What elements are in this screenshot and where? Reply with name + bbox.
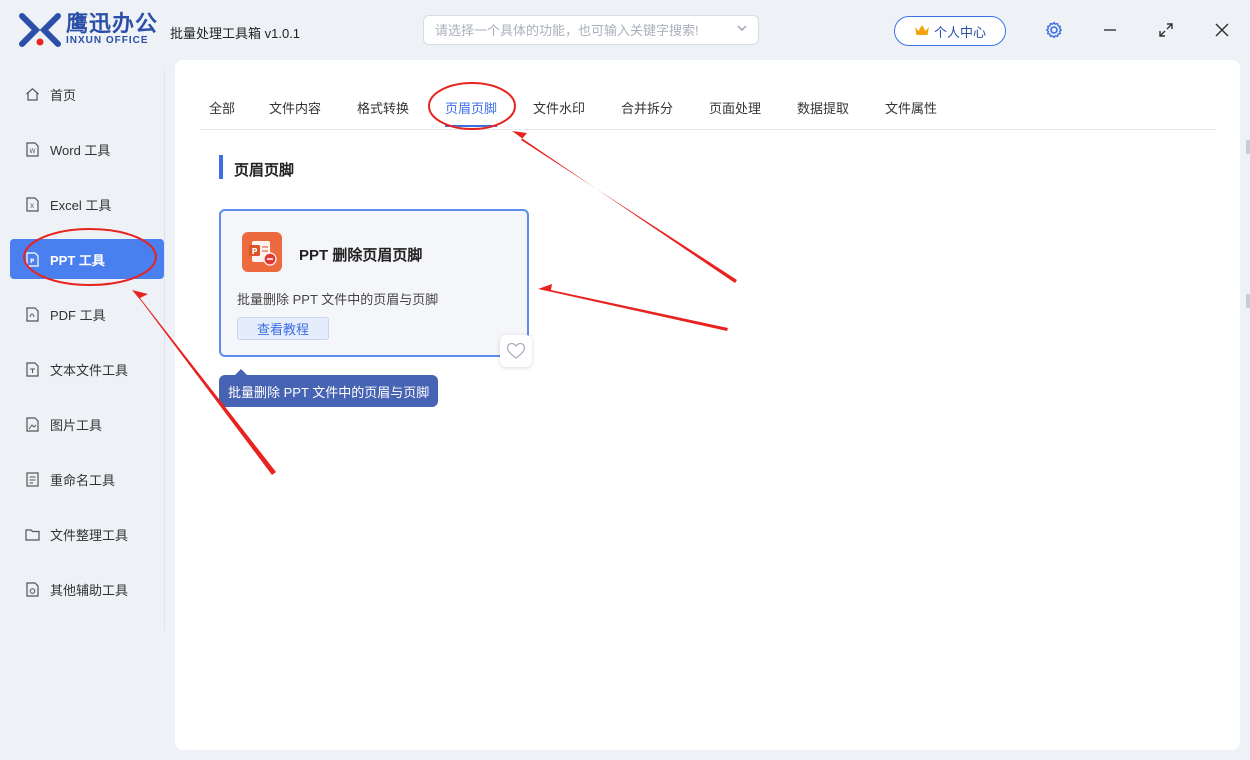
- sidebar-item-others[interactable]: 其他辅助工具: [10, 569, 164, 609]
- svg-text:P: P: [252, 247, 258, 256]
- tab-all[interactable]: 全部: [209, 98, 235, 117]
- card-title: PPT 删除页眉页脚: [299, 247, 423, 264]
- excel-file-icon: X: [24, 196, 40, 212]
- sidebar-item-label: 图片工具: [50, 417, 103, 433]
- window-edge-mark: [1246, 140, 1250, 154]
- sidebar-divider: [164, 70, 165, 630]
- home-icon: [24, 86, 40, 102]
- sidebar-item-label: PPT 工具: [50, 252, 105, 268]
- app-title: 批量处理工具箱 v1.0.1: [170, 26, 301, 41]
- sidebar-item-label: 重命名工具: [50, 472, 116, 488]
- rename-icon: [24, 471, 40, 487]
- sidebar-item-ppt[interactable]: P PPT 工具: [10, 239, 164, 279]
- sidebar-item-home[interactable]: 首页: [10, 74, 164, 114]
- sidebar-item-label: Word 工具: [50, 142, 111, 158]
- user-center-label: 个人中心: [933, 24, 986, 40]
- tool-card[interactable]: P PPT 删除页眉页脚 批量删除 PPT 文件中的页眉与页脚 查看教程: [219, 209, 529, 357]
- gear-icon[interactable]: [1042, 18, 1066, 42]
- logo-x-icon: [18, 12, 62, 48]
- sidebar-item-word[interactable]: W Word 工具: [10, 129, 164, 169]
- pdf-file-icon: [24, 306, 40, 322]
- title-bar: 鹰迅办公 INXUN OFFICE 批量处理工具箱 v1.0.1 个人中心: [0, 0, 1250, 60]
- sidebar-item-image[interactable]: 图片工具: [10, 404, 164, 444]
- sidebar-item-label: Excel 工具: [50, 197, 112, 213]
- ppt-remove-icon: P: [242, 232, 282, 272]
- logo-name: 鹰迅办公: [66, 11, 159, 36]
- ppt-file-icon: P: [24, 251, 40, 267]
- search-input[interactable]: [435, 22, 725, 38]
- tab-file-properties[interactable]: 文件属性: [885, 98, 937, 117]
- image-file-icon: [24, 416, 40, 432]
- sidebar-item-label: 首页: [50, 87, 77, 103]
- tab-page-processing[interactable]: 页面处理: [709, 98, 761, 117]
- svg-text:W: W: [29, 148, 35, 155]
- sidebar-item-organize[interactable]: 文件整理工具: [10, 514, 164, 554]
- tab-data-extract[interactable]: 数据提取: [797, 98, 849, 117]
- svg-text:X: X: [30, 203, 34, 210]
- maximize-icon[interactable]: [1154, 18, 1178, 42]
- sidebar-item-label: 文件整理工具: [50, 527, 129, 543]
- section-title: 页眉页脚: [234, 162, 295, 179]
- crown-icon: [914, 23, 930, 40]
- window-edge-mark: [1246, 294, 1250, 308]
- card-description: 批量删除 PPT 文件中的页眉与页脚: [237, 292, 439, 307]
- svg-text:P: P: [30, 258, 35, 265]
- app-logo: 鹰迅办公 INXUN OFFICE: [18, 12, 158, 48]
- tab-header-footer[interactable]: 页眉页脚: [445, 98, 498, 127]
- text-file-icon: [24, 361, 40, 377]
- word-file-icon: W: [24, 141, 40, 157]
- tab-merge-split[interactable]: 合并拆分: [621, 98, 673, 117]
- minimize-icon[interactable]: [1098, 18, 1122, 42]
- category-tabs: 全部 文件内容 格式转换 页眉页脚 文件水印 合并拆分 页面处理 数据提取 文件…: [200, 88, 1216, 130]
- user-center-button[interactable]: 个人中心: [894, 16, 1006, 46]
- view-tutorial-button[interactable]: 查看教程: [237, 317, 329, 340]
- chevron-down-icon[interactable]: [736, 22, 748, 37]
- card-tooltip: 批量删除 PPT 文件中的页眉与页脚: [219, 369, 439, 407]
- favorite-heart-icon[interactable]: [500, 335, 532, 367]
- sidebar-item-excel[interactable]: X Excel 工具: [10, 184, 164, 224]
- main-panel: 全部 文件内容 格式转换 页眉页脚 文件水印 合并拆分 页面处理 数据提取 文件…: [175, 60, 1240, 750]
- sidebar-item-label: PDF 工具: [50, 307, 106, 323]
- tab-file-content[interactable]: 文件内容: [269, 98, 321, 117]
- sidebar-item-rename[interactable]: 重命名工具: [10, 459, 164, 499]
- section-accent-bar: [219, 155, 223, 179]
- folder-icon: [24, 526, 40, 542]
- tab-format-convert[interactable]: 格式转换: [357, 98, 409, 117]
- sidebar-item-label: 其他辅助工具: [50, 582, 129, 598]
- sidebar-item-label: 文本文件工具: [50, 362, 129, 378]
- tools-icon: [24, 581, 40, 597]
- sidebar-item-pdf[interactable]: PDF 工具: [10, 294, 164, 334]
- tab-watermark[interactable]: 文件水印: [533, 98, 585, 117]
- logo-subtitle: INXUN OFFICE: [66, 35, 149, 46]
- sidebar-item-text[interactable]: 文本文件工具: [10, 349, 164, 389]
- close-icon[interactable]: [1210, 18, 1234, 42]
- search-box[interactable]: [423, 15, 759, 45]
